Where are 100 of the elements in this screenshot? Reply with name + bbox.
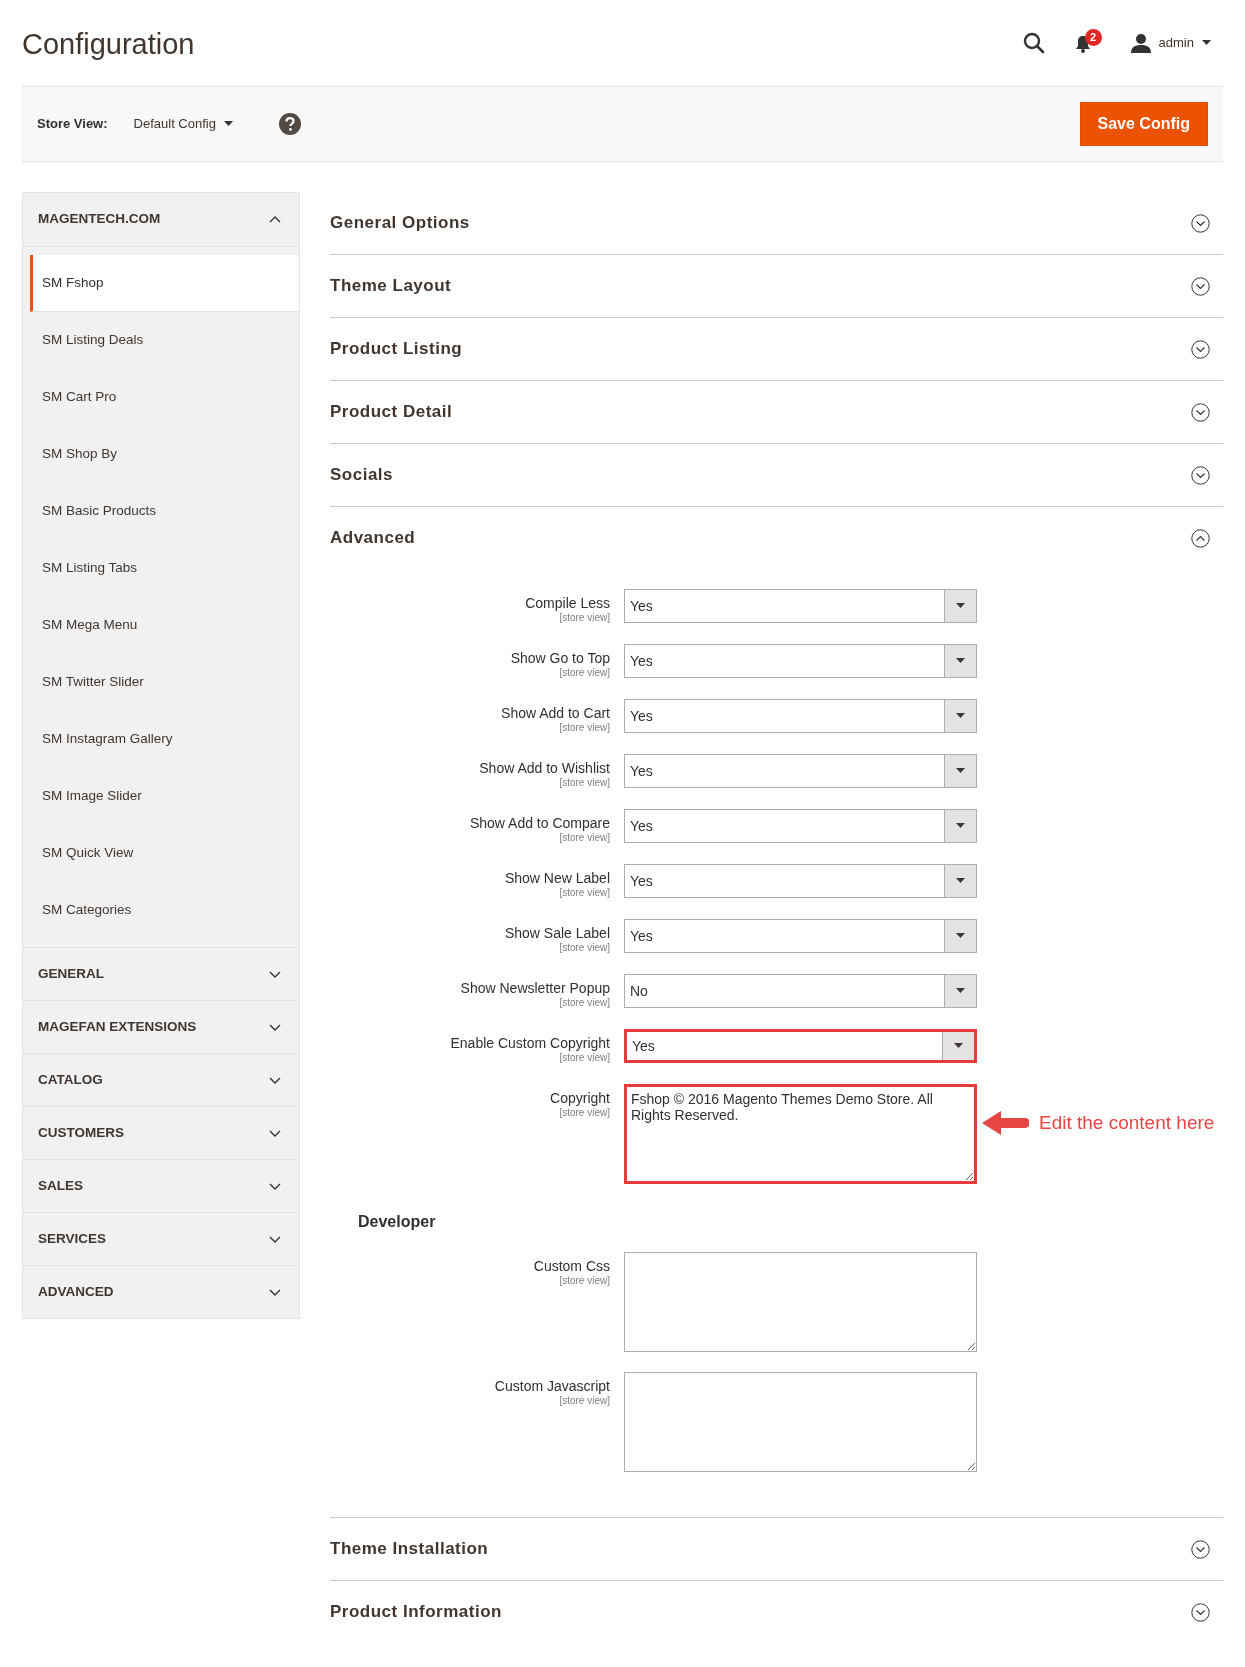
sidebar-group[interactable]: MAGEFAN EXTENSIONS xyxy=(23,1000,299,1053)
sidebar-item[interactable]: SM Basic Products xyxy=(23,483,299,540)
annotation-text: Edit the content here xyxy=(1039,1110,1215,1135)
scope-note: [store view] xyxy=(558,887,610,899)
sidebar-item[interactable]: SM Mega Menu xyxy=(23,597,299,654)
field-label: Custom Css xyxy=(532,1258,610,1275)
scope-note: [store view] xyxy=(558,612,610,624)
scope-note: [store view] xyxy=(558,997,610,1009)
caret-icon[interactable] xyxy=(954,1043,963,1049)
caret-icon[interactable] xyxy=(956,878,965,884)
sidebar-group[interactable]: CATALOG xyxy=(23,1053,299,1106)
save-config-button[interactable]: Save Config xyxy=(1079,102,1208,146)
section-header[interactable]: Product Listing xyxy=(330,318,1223,380)
field-label: Copyright xyxy=(549,1090,610,1107)
sidebar-group[interactable]: MAGENTECH.COM xyxy=(23,193,299,246)
scope-note: [store view] xyxy=(558,1395,610,1407)
sidebar-group[interactable]: SERVICES xyxy=(23,1212,299,1265)
field-label: Enable Custom Copyright xyxy=(449,1035,610,1052)
select-field[interactable]: Yes xyxy=(624,644,977,678)
field-label: Custom Javascript xyxy=(493,1378,610,1395)
select-field[interactable]: Yes xyxy=(624,754,977,788)
chevron-down-icon xyxy=(269,1234,281,1244)
notification-badge: 2 xyxy=(1084,29,1102,46)
help-icon[interactable] xyxy=(278,113,301,135)
sidebar-item[interactable]: SM Quick View xyxy=(23,825,299,882)
scope-note: [store view] xyxy=(558,1107,610,1119)
arrow-icon xyxy=(981,1108,1029,1138)
sidebar-item[interactable]: SM Categories xyxy=(23,882,299,939)
user-menu[interactable]: admin xyxy=(1158,33,1194,53)
select-field[interactable]: Yes xyxy=(624,809,977,843)
caret-icon[interactable] xyxy=(223,121,233,127)
caret-icon[interactable] xyxy=(956,658,965,664)
search-icon[interactable] xyxy=(1022,32,1045,54)
sidebar-group[interactable]: SALES xyxy=(23,1159,299,1212)
chevron-down-icon xyxy=(269,1022,281,1032)
section-header[interactable]: Advanced xyxy=(330,507,1223,569)
field-label: Show Go to Top xyxy=(509,650,610,667)
page-title: Configuration xyxy=(22,27,195,63)
scope-note: [store view] xyxy=(558,1052,610,1064)
caret-icon[interactable] xyxy=(956,933,965,939)
section-header[interactable]: Socials xyxy=(330,444,1223,506)
caret-icon[interactable] xyxy=(956,988,965,994)
section-header[interactable]: Product Detail xyxy=(330,381,1223,443)
chevron-down-icon xyxy=(269,969,281,979)
field-label: Compile Less xyxy=(524,595,610,612)
sidebar-item[interactable]: SM Cart Pro xyxy=(23,369,299,426)
sidebar-item[interactable]: SM Listing Deals xyxy=(23,312,299,369)
select-field[interactable]: Yes xyxy=(624,1029,977,1063)
user-icon xyxy=(1130,33,1151,53)
chevron-down-icon xyxy=(269,1075,281,1085)
group-heading: Developer xyxy=(357,1212,437,1232)
chevron-down-icon xyxy=(269,1128,281,1138)
store-view-label: Store View: xyxy=(37,115,108,134)
caret-icon[interactable] xyxy=(1202,40,1211,46)
section-header[interactable]: Theme Installation xyxy=(330,1518,1223,1580)
field-label: Show Newsletter Popup xyxy=(459,980,610,997)
expand-icon[interactable] xyxy=(1191,1539,1210,1559)
field-label: Show Add to Wishlist xyxy=(478,760,610,777)
section-header[interactable]: Product Information xyxy=(330,1581,1223,1643)
field-label: Show Sale Label xyxy=(503,925,610,942)
scope-note: [store view] xyxy=(558,722,610,734)
sidebar-item[interactable]: SM Twitter Slider xyxy=(23,654,299,711)
sidebar-item[interactable]: SM Image Slider xyxy=(23,768,299,825)
caret-icon[interactable] xyxy=(956,603,965,609)
section-header[interactable]: Theme Layout xyxy=(330,255,1223,317)
sidebar-group[interactable]: CUSTOMERS xyxy=(23,1106,299,1159)
select-field[interactable]: Yes xyxy=(624,589,977,623)
expand-icon[interactable] xyxy=(1191,1602,1210,1622)
expand-icon[interactable] xyxy=(1191,339,1210,359)
sidebar-item[interactable]: SM Instagram Gallery xyxy=(23,711,299,768)
select-field[interactable]: Yes xyxy=(624,919,977,953)
expand-icon[interactable] xyxy=(1191,465,1210,485)
sidebar-group[interactable]: ADVANCED xyxy=(23,1265,299,1318)
expand-icon[interactable] xyxy=(1191,276,1210,296)
section-header[interactable]: General Options xyxy=(330,192,1223,254)
field-label: Show New Label xyxy=(503,870,610,887)
expand-icon[interactable] xyxy=(1191,213,1210,233)
scope-note: [store view] xyxy=(558,832,610,844)
sidebar-item[interactable]: SM Fshop xyxy=(30,255,299,312)
store-view-dropdown[interactable]: Default Config xyxy=(133,114,233,134)
sidebar-group[interactable]: GENERAL xyxy=(23,947,299,1000)
chevron-down-icon xyxy=(269,1287,281,1297)
caret-icon[interactable] xyxy=(956,823,965,829)
field-label: Show Add to Cart xyxy=(500,705,610,722)
expand-icon[interactable] xyxy=(1191,402,1210,422)
caret-icon[interactable] xyxy=(956,713,965,719)
sidebar-item[interactable]: SM Listing Tabs xyxy=(23,540,299,597)
collapse-icon[interactable] xyxy=(1191,528,1210,548)
select-field[interactable]: Yes xyxy=(624,699,977,733)
caret-icon[interactable] xyxy=(956,768,965,774)
field-label: Show Add to Compare xyxy=(468,815,610,832)
sidebar-item[interactable]: SM Shop By xyxy=(23,426,299,483)
scope-note: [store view] xyxy=(558,667,610,679)
scope-note: [store view] xyxy=(558,1275,610,1287)
scope-note: [store view] xyxy=(558,942,610,954)
scope-note: [store view] xyxy=(558,777,610,789)
select-field[interactable]: No xyxy=(624,974,977,1008)
text-area[interactable]: Fshop © 2016 Magento Themes Demo Store. All Rights Reserved. xyxy=(624,1084,977,1184)
chevron-up-icon xyxy=(269,215,281,224)
select-field[interactable]: Yes xyxy=(624,864,977,898)
